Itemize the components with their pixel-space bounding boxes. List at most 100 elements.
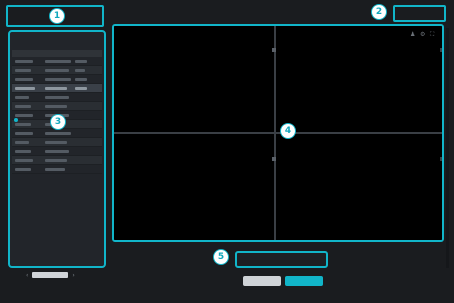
settings-icon[interactable]: ⚙: [420, 32, 426, 38]
callout-4: 4: [281, 124, 295, 138]
callout-5: 5: [214, 250, 228, 264]
table-cell: [12, 104, 42, 109]
cell-content: [15, 140, 29, 144]
cell-content: [45, 131, 71, 135]
fullscreen-icon[interactable]: ⛶: [430, 32, 436, 38]
list-indicator: [14, 118, 18, 122]
cell-content: [15, 86, 35, 90]
table-row[interactable]: [12, 129, 102, 138]
cell-content: [15, 113, 33, 117]
playback-timeline[interactable]: [235, 251, 328, 268]
table-cell: [42, 86, 72, 91]
grid-divider-horizontal: [114, 132, 442, 134]
cell-content: [75, 68, 85, 72]
device-list-header: [12, 40, 102, 48]
table-row[interactable]: [12, 93, 102, 102]
page-input[interactable]: [32, 272, 69, 278]
cell-edge-marker: [440, 48, 442, 52]
cell-marker: [272, 157, 276, 161]
video-cell[interactable]: [114, 134, 274, 240]
table-row[interactable]: [12, 84, 102, 93]
cell-content: [75, 77, 87, 81]
table-row[interactable]: [12, 147, 102, 156]
table-cell: [42, 167, 72, 172]
cell-content: [15, 131, 33, 135]
table-cell: [12, 68, 42, 73]
table-cell: [72, 77, 102, 82]
cell-marker: [272, 48, 276, 52]
cancel-button[interactable]: [243, 276, 281, 286]
chevron-right-icon[interactable]: ›: [72, 272, 74, 279]
table-cell: [42, 149, 72, 154]
app-window: 1 2 3 ‹ › ♟ ⚙ ⛶ 4 5: [0, 0, 454, 303]
table-cell: [42, 68, 72, 73]
table-cell: [42, 158, 72, 163]
callout-3: 3: [51, 115, 65, 129]
table-cell: [12, 149, 42, 154]
table-cell: [42, 59, 72, 64]
table-cell: [72, 59, 102, 64]
table-row[interactable]: [12, 102, 102, 111]
callout-2: 2: [372, 5, 386, 19]
cell-content: [15, 59, 33, 63]
table-cell: [42, 140, 72, 145]
table-cell: [12, 113, 42, 118]
cell-content: [45, 77, 71, 81]
cell-content: [45, 86, 67, 90]
cell-content: [15, 104, 31, 108]
table-cell: [12, 122, 42, 127]
table-cell: [42, 95, 72, 100]
user-icon[interactable]: ♟: [410, 32, 416, 38]
table-cell: [12, 86, 42, 91]
chevron-left-icon[interactable]: ‹: [26, 272, 28, 279]
table-cell: [42, 104, 72, 109]
video-cell[interactable]: [114, 26, 274, 132]
cell-content: [15, 149, 31, 153]
cell-content: [15, 77, 33, 81]
cell-content: [15, 122, 31, 126]
video-cell[interactable]: [276, 134, 442, 240]
cell-content: [45, 68, 69, 72]
cell-content: [45, 140, 67, 144]
pager: ‹ ›: [26, 271, 75, 279]
table-cell: [42, 131, 72, 136]
table-cell: [12, 77, 42, 82]
table-row[interactable]: [12, 138, 102, 147]
cell-content: [45, 158, 67, 162]
table-cell: [12, 140, 42, 145]
cell-content: [45, 104, 67, 108]
cell-edge-marker: [440, 157, 442, 161]
table-cell: [12, 158, 42, 163]
table-cell: [42, 77, 72, 82]
video-toolbar: ♟ ⚙ ⛶: [410, 32, 436, 38]
table-cell: [12, 167, 42, 172]
cell-content: [15, 158, 33, 162]
device-list-panel: [8, 30, 106, 268]
video-grid[interactable]: ♟ ⚙ ⛶: [112, 24, 444, 242]
callout-1: 1: [50, 9, 64, 23]
top-right-controls[interactable]: [393, 5, 446, 22]
cell-content: [45, 167, 65, 171]
table-row[interactable]: [12, 165, 102, 174]
video-cell[interactable]: [276, 26, 442, 132]
table-cell: [72, 86, 102, 91]
ok-button[interactable]: [285, 276, 323, 286]
cell-content: [45, 59, 71, 63]
device-table: [12, 50, 102, 174]
table-row[interactable]: [12, 75, 102, 84]
cell-content: [75, 59, 87, 63]
table-cell: [72, 68, 102, 73]
cell-content: [45, 95, 69, 99]
table-row[interactable]: [12, 66, 102, 75]
scrollbar[interactable]: [446, 28, 449, 268]
table-cell: [12, 95, 42, 100]
cell-content: [15, 68, 31, 72]
table-cell: [12, 59, 42, 64]
cell-content: [45, 149, 69, 153]
cell-content: [15, 95, 29, 99]
cell-content: [75, 86, 87, 90]
table-row[interactable]: [12, 156, 102, 165]
device-table-header: [12, 50, 102, 57]
table-row[interactable]: [12, 57, 102, 66]
table-cell: [12, 131, 42, 136]
